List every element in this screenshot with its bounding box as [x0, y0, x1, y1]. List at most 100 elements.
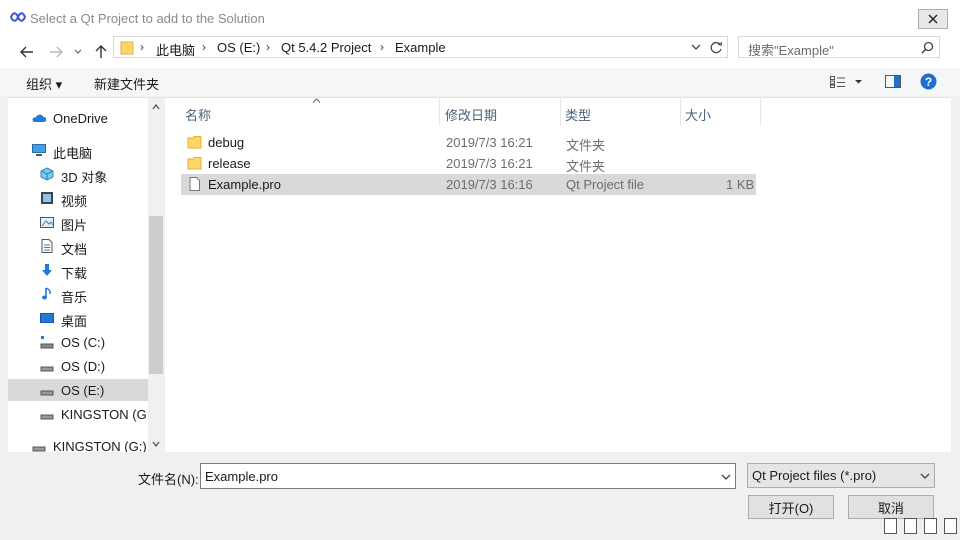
nav-label: OS (E:) — [61, 383, 105, 398]
column-header-date[interactable]: 修改日期 — [441, 98, 561, 126]
file-type-select[interactable]: Qt Project files (*.pro) — [747, 463, 935, 488]
chevron-down-icon[interactable] — [152, 441, 160, 447]
column-header-size[interactable]: 大小 — [681, 98, 761, 126]
nav-label: 图片 — [61, 218, 88, 233]
refresh-icon[interactable] — [710, 41, 723, 54]
search-input[interactable]: 搜索"Example" — [738, 36, 940, 58]
file-name: Example.pro — [208, 177, 281, 192]
new-folder-button[interactable]: 新建文件夹 — [94, 74, 159, 93]
nav-label: 3D 对象 — [61, 170, 108, 185]
arrow-up-icon — [95, 45, 107, 58]
scrollbar-thumb[interactable] — [149, 216, 163, 374]
breadcrumb-separator[interactable]: › — [380, 40, 384, 54]
resize-grip-segment — [904, 518, 917, 534]
resize-grip-segment — [884, 518, 897, 534]
address-box[interactable]: › 此电脑 › OS (E:) › Qt 5.4.2 Project › Exa… — [113, 36, 728, 58]
breadcrumb-drive-e[interactable]: OS (E:) — [217, 40, 260, 55]
nav-item-3d-objects[interactable]: 3D 对象 — [8, 163, 148, 185]
svg-text:?: ? — [925, 75, 932, 89]
pictures-icon — [40, 217, 54, 228]
organize-button[interactable]: 组织 ▾ — [26, 74, 62, 93]
file-size: 1 KB — [726, 177, 755, 192]
column-header-label: 名称 — [185, 108, 212, 123]
nav-item-kingston-g[interactable]: KINGSTON (G:) — [8, 403, 148, 425]
arrow-right-icon — [50, 46, 63, 58]
nav-item-desktop[interactable]: 桌面 — [8, 307, 148, 329]
nav-label: 视频 — [61, 194, 88, 209]
column-header-label: 修改日期 — [445, 108, 498, 123]
nav-item-music[interactable]: 音乐 — [8, 283, 148, 305]
usb-drive-icon — [40, 414, 54, 420]
file-type-value: Qt Project files (*.pro) — [752, 468, 877, 483]
title-bar: Select a Qt Project to add to the Soluti… — [0, 0, 960, 36]
window-title: Select a Qt Project to add to the Soluti… — [30, 11, 265, 26]
filename-input[interactable]: Example.pro — [200, 463, 736, 489]
nav-item-onedrive[interactable]: OneDrive — [8, 107, 148, 129]
breadcrumb-separator[interactable]: › — [266, 40, 270, 54]
nav-item-drive-e[interactable]: OS (E:) — [8, 379, 148, 401]
search-icon[interactable] — [921, 41, 934, 54]
nav-label: 桌面 — [61, 314, 88, 329]
nav-item-this-pc[interactable]: 此电脑 — [8, 139, 148, 161]
nav-item-pictures[interactable]: 图片 — [8, 211, 148, 233]
nav-label: OneDrive — [53, 111, 108, 126]
breadcrumb-separator[interactable]: › — [202, 40, 206, 54]
chevron-down-icon — [920, 473, 930, 479]
cancel-button[interactable]: 取消 — [848, 495, 934, 519]
nav-label: KINGSTON (G:) — [61, 407, 148, 422]
cloud-icon — [32, 114, 46, 122]
chevron-down-icon[interactable] — [691, 44, 701, 51]
command-bar: 组织 ▾ 新建文件夹 ? — [0, 68, 960, 96]
preview-pane-icon[interactable] — [885, 75, 901, 88]
navigation-pane: OneDrive 此电脑 3D 对象 视频 图片 文档 下载 音乐 桌面 OS … — [8, 98, 148, 454]
resize-grip-segment — [924, 518, 937, 534]
nav-item-drive-d[interactable]: OS (D:) — [8, 355, 148, 377]
nav-item-downloads[interactable]: 下载 — [8, 259, 148, 281]
column-header-name[interactable]: 名称 — [181, 98, 440, 126]
column-header-label: 大小 — [685, 108, 712, 123]
folder-icon — [120, 41, 134, 55]
open-button[interactable]: 打开(O) — [748, 495, 834, 519]
view-options-icon[interactable] — [830, 76, 862, 88]
chevron-up-icon[interactable] — [152, 104, 160, 110]
qt-vs-logo-icon — [10, 12, 26, 22]
file-type: 文件夹 — [566, 159, 606, 174]
close-button[interactable] — [918, 9, 948, 29]
filename-value: Example.pro — [205, 469, 278, 484]
video-icon — [41, 192, 53, 204]
breadcrumb-this-pc[interactable]: 此电脑 — [156, 40, 195, 59]
file-row[interactable]: release 2019/7/3 16:21 文件夹 — [181, 153, 756, 174]
nav-item-video[interactable]: 视频 — [8, 187, 148, 209]
nav-item-drive-c[interactable]: OS (C:) — [8, 331, 148, 353]
forward-button[interactable] — [45, 41, 67, 63]
navigation-scrollbar[interactable] — [148, 98, 165, 453]
arrow-left-icon — [20, 46, 33, 58]
nav-item-documents[interactable]: 文档 — [8, 235, 148, 257]
chevron-down-icon[interactable] — [721, 474, 731, 481]
computer-icon — [32, 144, 46, 156]
help-icon[interactable]: ? — [920, 73, 937, 90]
up-button[interactable] — [90, 41, 112, 63]
breadcrumb-qt-project[interactable]: Qt 5.4.2 Project — [281, 40, 371, 55]
breadcrumb-example[interactable]: Example — [395, 40, 446, 55]
breadcrumb-separator[interactable]: › — [140, 40, 144, 54]
usb-drive-icon — [32, 446, 46, 452]
close-icon — [928, 14, 938, 24]
drive-icon — [40, 390, 54, 396]
recent-locations-button[interactable] — [70, 41, 86, 63]
file-row[interactable]: Example.pro 2019/7/3 16:16 Qt Project fi… — [181, 174, 756, 195]
download-icon — [42, 264, 52, 276]
back-button[interactable] — [16, 41, 38, 63]
search-placeholder: 搜索"Example" — [748, 43, 834, 58]
resize-grip-segment[interactable] — [944, 518, 957, 534]
desktop-icon — [40, 313, 54, 323]
file-name: release — [208, 156, 251, 171]
file-row[interactable]: debug 2019/7/3 16:21 文件夹 — [181, 132, 756, 153]
drive-c-icon — [40, 336, 54, 349]
file-date: 2019/7/3 16:21 — [446, 135, 533, 150]
column-header-type[interactable]: 类型 — [561, 98, 681, 126]
file-date: 2019/7/3 16:21 — [446, 156, 533, 171]
chevron-down-icon — [74, 49, 82, 54]
filename-label: 文件名(N): — [138, 472, 199, 487]
folder-icon — [187, 136, 202, 149]
